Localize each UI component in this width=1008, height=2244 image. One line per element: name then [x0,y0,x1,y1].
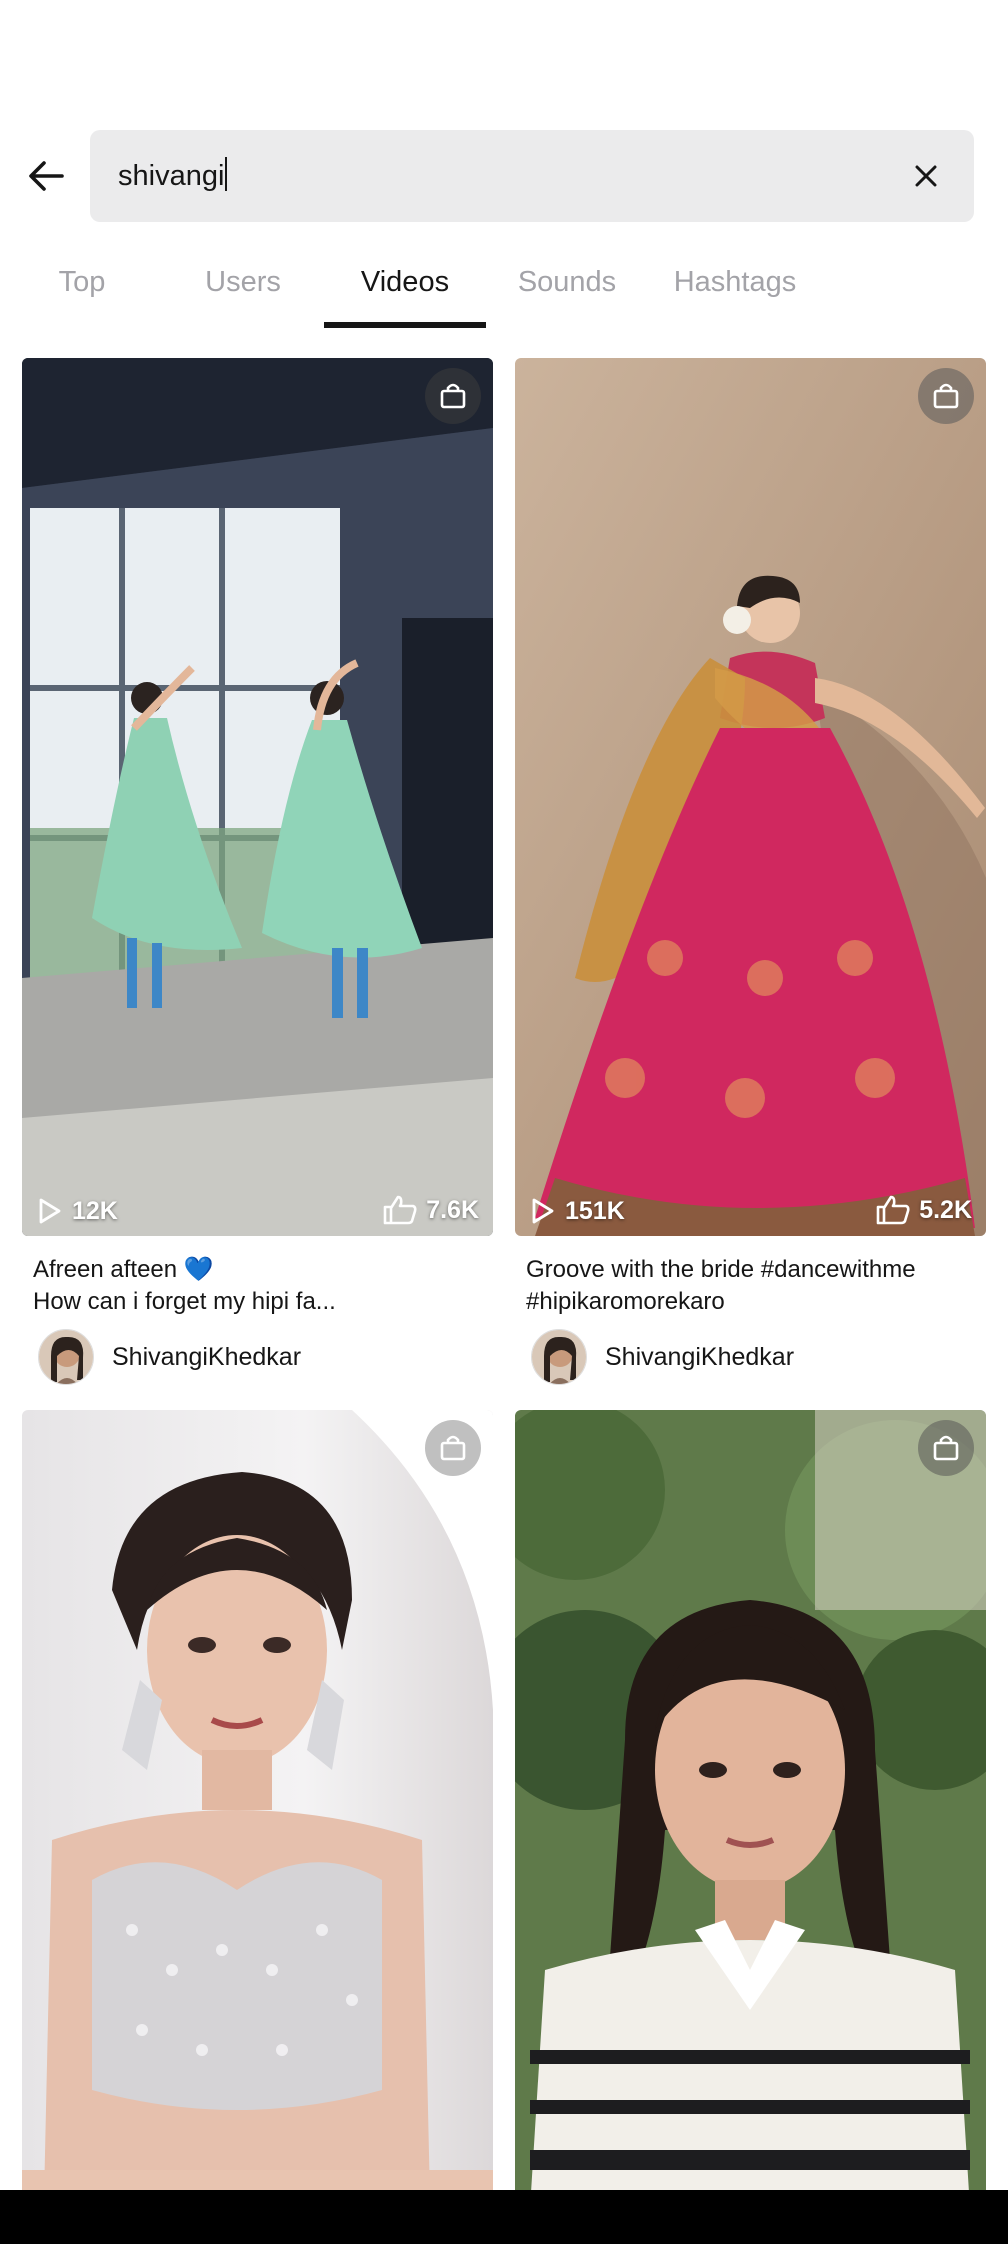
shopping-bag-icon [440,1435,466,1461]
video-author[interactable]: ShivangiKhedkar [531,1328,794,1386]
video-thumbnail[interactable]: 12K 7.6K [22,358,493,1236]
silver-outfit-portrait-image [22,1410,493,2244]
author-name[interactable]: ShivangiKhedkar [112,1343,301,1372]
clear-search-button[interactable] [900,150,952,202]
tab-top[interactable]: Top [44,266,120,299]
shop-badge[interactable] [425,1420,481,1476]
view-count: 12K [34,1196,118,1226]
text-cursor [225,157,228,191]
video-thumbnail[interactable] [22,1410,493,2244]
like-count: 7.6K [382,1194,479,1226]
tab-users[interactable]: Users [190,266,296,299]
dance-studio-image [22,358,493,1236]
thumbs-up-icon [876,1195,910,1225]
avatar[interactable] [531,1329,587,1385]
active-tab-indicator [324,322,486,328]
video-caption[interactable]: Afreen afteen 💙 How can i forget my hipi… [33,1254,483,1318]
video-thumbnail[interactable]: 151K 5.2K [515,358,986,1236]
arrow-left-icon [29,161,64,191]
striped-top-portrait-image [515,1410,986,2244]
bride-lehenga-image [515,358,986,1236]
search-query[interactable]: shivangi [118,156,228,196]
video-caption[interactable]: Groove with the bride #dancewithme #hipi… [526,1254,976,1318]
caption-line: #hipikaromorekaro [526,1288,725,1315]
caption-line: How can i forget my hipi fa... [33,1288,336,1315]
status-bar [0,0,1008,110]
shopping-bag-icon [933,383,959,409]
caption-line: Afreen afteen 💙 [33,1256,214,1283]
close-icon [915,165,937,187]
search-header: shivangi [0,130,1008,222]
shop-badge[interactable] [918,1420,974,1476]
tab-videos[interactable]: Videos [340,266,470,299]
video-author[interactable]: ShivangiKhedkar [38,1328,301,1386]
tab-hashtags[interactable]: Hashtags [668,266,802,299]
tab-sounds[interactable]: Sounds [508,266,626,299]
shopping-bag-icon [440,383,466,409]
author-name[interactable]: ShivangiKhedkar [605,1343,794,1372]
caption-line: Groove with the bride #dancewithme [526,1256,916,1283]
play-icon [39,1198,61,1224]
video-thumbnail[interactable] [515,1410,986,2244]
like-count: 5.2K [875,1194,972,1226]
system-navigation-bar [0,2190,1008,2244]
thumbs-up-icon [383,1195,417,1225]
shop-badge[interactable] [918,368,974,424]
avatar[interactable] [38,1329,94,1385]
shop-badge[interactable] [425,368,481,424]
search-input[interactable]: shivangi [90,130,974,222]
view-count: 151K [527,1196,625,1226]
back-button[interactable] [18,146,74,206]
play-icon [532,1198,554,1224]
search-tabs: Top Users Videos Sounds Hashtags [0,252,1008,330]
shopping-bag-icon [933,1435,959,1461]
